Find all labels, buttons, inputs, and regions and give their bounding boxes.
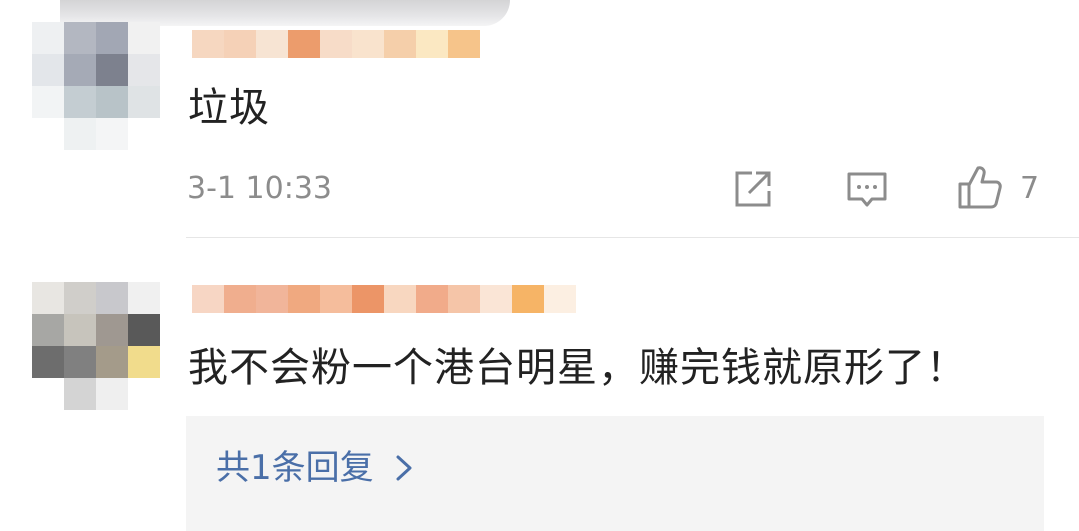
comment-text: 我不会粉一个港台明星，赚完钱就原形了！ (188, 345, 967, 391)
username-redacted[interactable] (192, 30, 480, 58)
username-redacted[interactable] (192, 285, 576, 313)
comment-text: 垃圾 (188, 85, 270, 131)
chevron-right-icon (396, 455, 412, 481)
avatar[interactable] (32, 282, 160, 410)
replies-box: 共1条回复 (186, 416, 1044, 531)
share-button[interactable] (728, 166, 778, 212)
view-replies-link[interactable]: 共1条回复 (216, 448, 418, 488)
reply-count-label: 共1条回复 (216, 448, 374, 488)
share-icon (735, 171, 771, 207)
avatar[interactable] (32, 22, 160, 150)
divider (186, 237, 1079, 238)
like-count: 7 (1020, 171, 1040, 206)
comment-icon (847, 172, 887, 207)
like-button[interactable] (954, 162, 1006, 212)
comment-timestamp: 3-1 10:33 (187, 171, 332, 206)
comment-button[interactable] (842, 166, 892, 212)
thumbs-up-icon (958, 166, 1002, 209)
